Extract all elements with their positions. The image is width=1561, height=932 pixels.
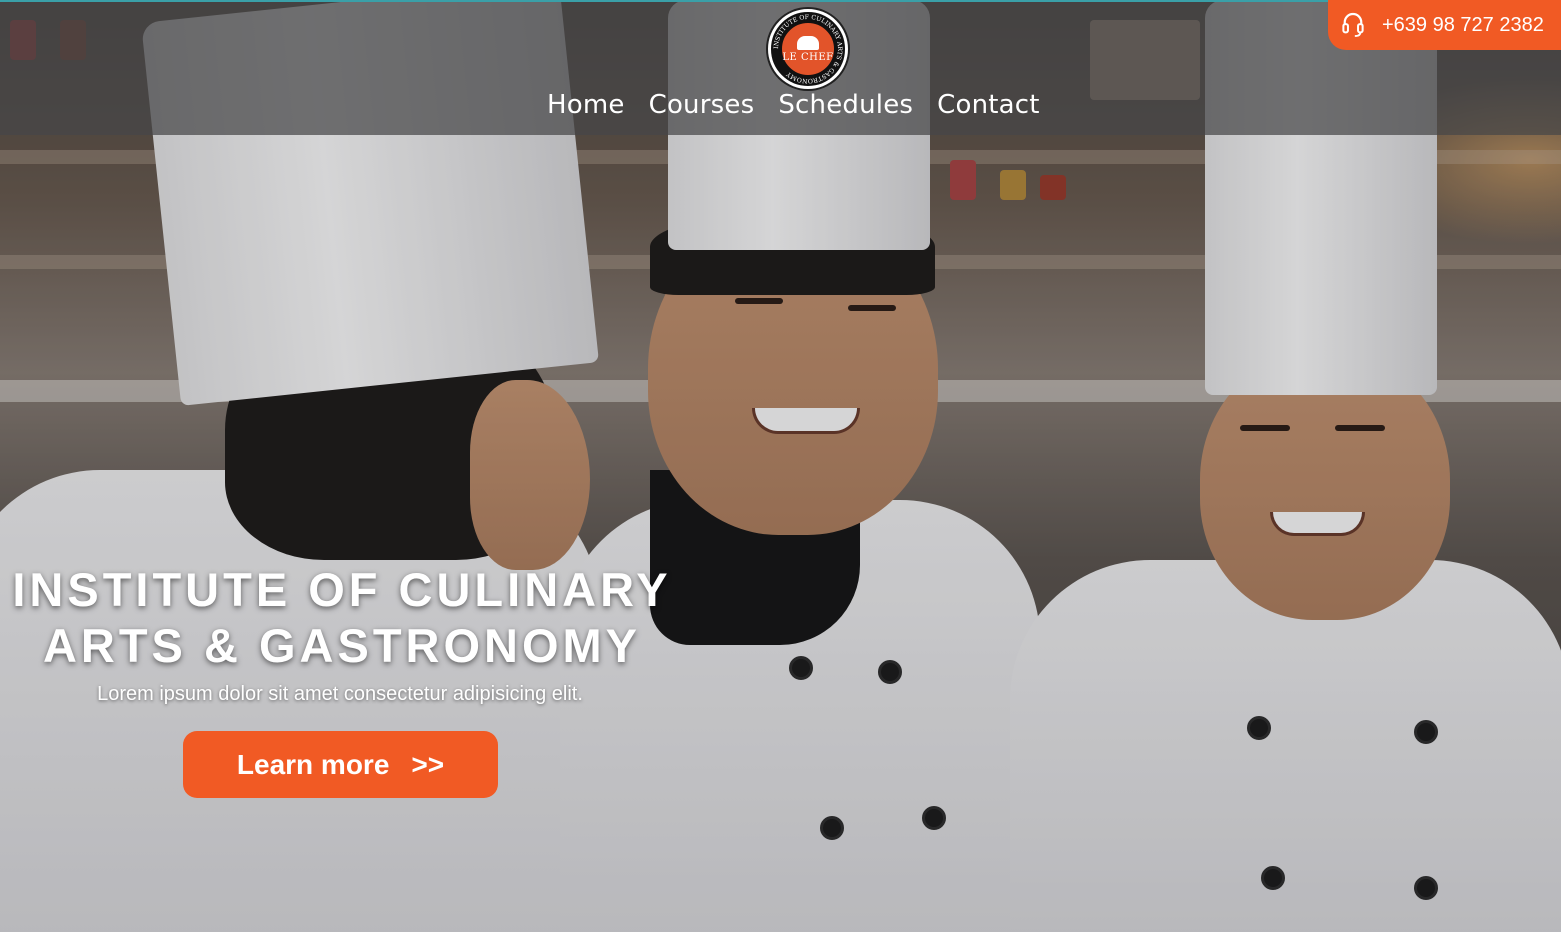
nav-contact[interactable]: Contact — [935, 90, 1042, 120]
double-chevron-icon: >> — [411, 748, 445, 780]
site-header: INSTITUTE OF CULINARY ARTS & GASTRONOMY … — [0, 0, 1561, 135]
main-nav: Home Courses Schedules Contact — [545, 90, 1042, 120]
hero-title-line1: INSTITUTE OF CULINARY — [12, 563, 672, 616]
learn-more-label: Learn more — [236, 748, 390, 780]
headset-icon — [1342, 12, 1364, 37]
nav-home[interactable]: Home — [545, 90, 627, 120]
logo-ring-text: INSTITUTE OF CULINARY ARTS & GASTRONOMY — [773, 14, 843, 84]
hero-title-line2: ARTS & GASTRONOMY — [42, 619, 642, 672]
learn-more-button[interactable]: Learn more >> — [183, 731, 498, 798]
phone-number: +639 98 727 2382 — [1382, 13, 1544, 36]
nav-courses[interactable]: Courses — [647, 90, 757, 120]
hero-subtitle: Lorem ipsum dolor sit amet consectetur a… — [97, 683, 583, 705]
site-logo[interactable]: INSTITUTE OF CULINARY ARTS & GASTRONOMY … — [768, 9, 848, 89]
svg-text:INSTITUTE OF CULINARY ARTS & G: INSTITUTE OF CULINARY ARTS & GASTRONOMY — [773, 14, 843, 84]
hero-title: INSTITUTE OF CULINARY ARTS & GASTRONOMY — [0, 562, 684, 674]
phone-contact[interactable]: +639 98 727 2382 — [1328, 0, 1561, 50]
nav-schedules[interactable]: Schedules — [776, 90, 915, 120]
